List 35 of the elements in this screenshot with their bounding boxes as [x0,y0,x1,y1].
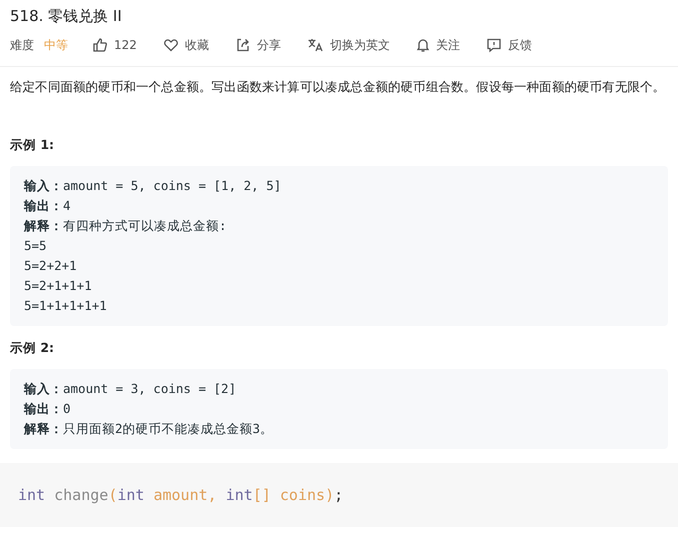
heart-icon [162,37,179,53]
example-value: 5=2+2+1 [24,258,77,273]
example-value: amount = 3, coins = [2] [63,381,236,396]
follow-button[interactable]: 关注 [416,36,460,54]
like-button[interactable]: 122 [92,37,137,53]
example-value: 5=1+1+1+1+1 [24,298,107,313]
example-value: 5=2+1+1+1 [24,278,92,293]
code-line: int change(int amount, int[] coins); [18,486,344,504]
favorite-button[interactable]: 收藏 [162,36,209,54]
example-label: 解释： [24,218,63,233]
example-label: 输出： [24,198,63,213]
example-value: 5=5 [24,238,47,253]
example-label: 输入： [24,178,63,193]
example-label: 输出： [24,401,63,416]
example-value: amount = 5, coins = [1, 2, 5] [63,178,282,193]
example-label: 输入： [24,381,63,396]
example-value: 4 [63,198,71,213]
example-heading: 示例 2: [10,340,56,357]
example-value: 只用面额2的硬币不能凑成总金额3。 [63,421,274,436]
example-label: 解释： [24,421,63,436]
feedback-button[interactable]: 反馈 [486,36,532,54]
translate-icon [306,37,324,53]
bell-icon [416,37,430,53]
example-value: 0 [63,401,71,416]
translate-button[interactable]: 切换为英文 [306,36,390,54]
share-icon [234,37,251,53]
example-heading: 示例 1: [10,137,56,154]
thumbs-up-icon [92,37,108,53]
feedback-icon [486,37,502,53]
difficulty-value: 中等 [44,36,68,54]
difficulty-label: 难度 [10,36,34,54]
problem-title: 518. 零钱兑换 II [10,6,123,26]
example-value: 有四种方式可以凑成总金额: [63,218,227,233]
share-button[interactable]: 分享 [234,36,281,54]
problem-description: 给定不同面额的硬币和一个总金额。写出函数来计算可以凑成总金额的硬币组合数。假设每一种面额的硬币有无限个。 [10,78,666,96]
